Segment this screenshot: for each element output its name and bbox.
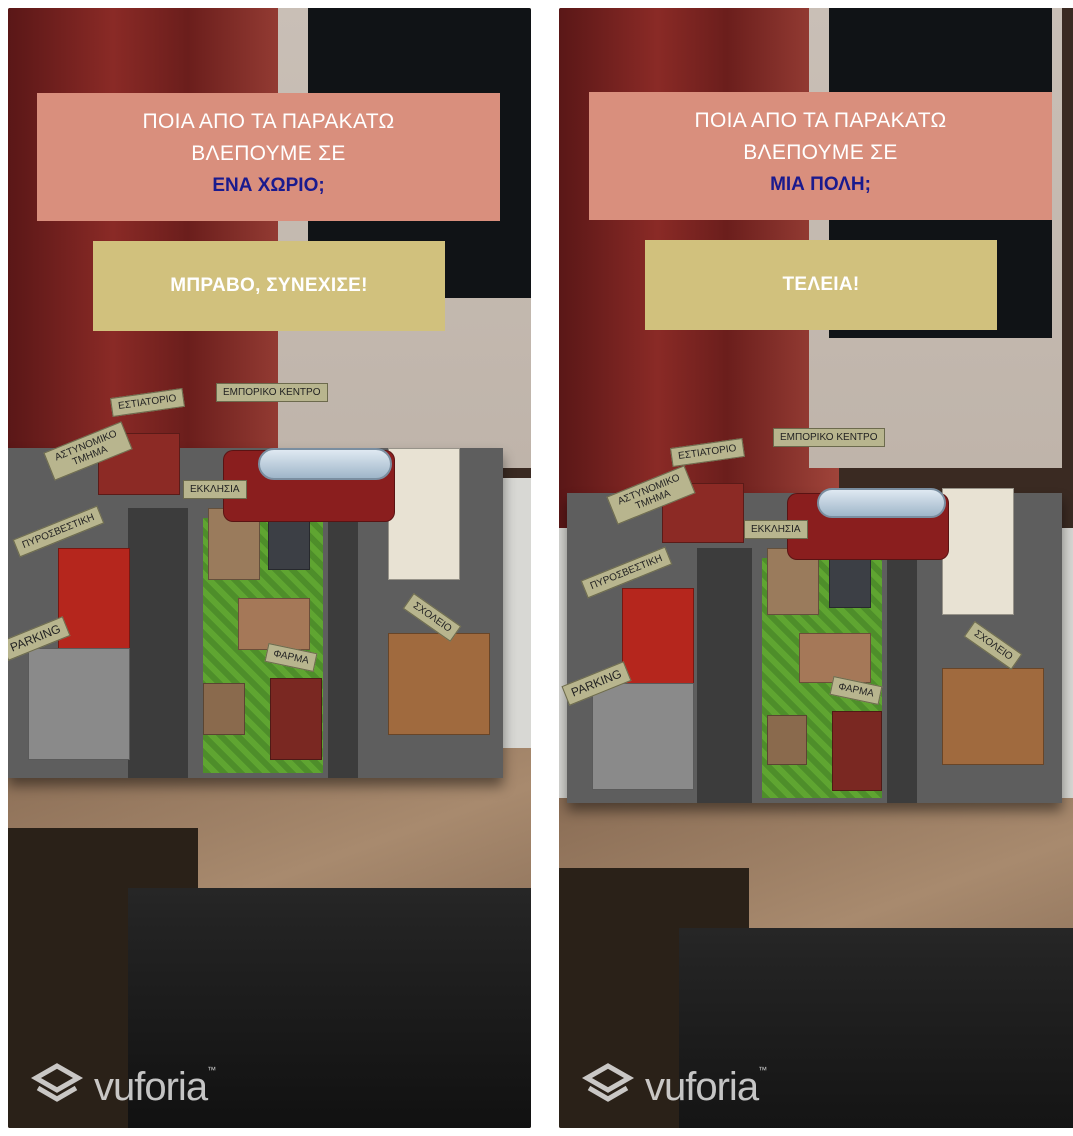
road — [697, 548, 752, 803]
mall-glass-roof — [817, 488, 946, 518]
house — [767, 715, 807, 765]
parking-building — [28, 648, 130, 760]
house — [268, 518, 310, 570]
road — [328, 508, 358, 778]
farm-barn — [832, 711, 882, 791]
feedback-panel: ΤΕΛΕΙΑ! — [645, 240, 997, 330]
question-highlight: ΜΙΑ ΠΟΛΗ; — [770, 174, 871, 195]
feedback-panel: ΜΠΡΑΒΟ, ΣΥΝΕΧΙΣΕ! — [93, 241, 445, 331]
fire-station-building — [622, 588, 694, 685]
vuforia-logo-icon — [30, 1063, 84, 1102]
question-panel: ΠΟΙΑ ΑΠΟ ΤΑ ΠΑΡΑΚΑΤΩ ΒΛΕΠΟΥΜΕ ΣΕ ΕΝΑ ΧΩΡ… — [37, 93, 500, 221]
ar-screen-right: ΕΣΤΙΑΤΟΡΙΟ ΕΜΠΟΡΙΚΟ ΚΕΝΤΡΟ ΑΣΤΥΝΟΜΙΚΟ ΤΜ… — [559, 8, 1073, 1128]
label-mall: ΕΜΠΟΡΙΚΟ ΚΕΝΤΡΟ — [773, 428, 885, 447]
road — [887, 548, 917, 803]
brand-name: vuforia™ — [645, 1064, 767, 1109]
farm-barn — [270, 678, 322, 760]
school-building — [942, 668, 1044, 765]
question-panel: ΠΟΙΑ ΑΠΟ ΤΑ ΠΑΡΑΚΑΤΩ ΒΛΕΠΟΥΜΕ ΣΕ ΜΙΑ ΠΟΛ… — [589, 92, 1052, 220]
house — [829, 558, 871, 608]
question-line-1: ΠΟΙΑ ΑΠΟ ΤΑ ΠΑΡΑΚΑΤΩ — [694, 109, 947, 132]
brand-watermark: vuforia™ — [30, 1060, 216, 1114]
brand-name: vuforia™ — [94, 1064, 216, 1109]
house — [203, 683, 245, 735]
question-line-2: ΒΛΕΠΟΥΜΕ ΣΕ — [743, 141, 898, 164]
label-church: ΕΚΚΛΗΣΙΑ — [183, 480, 247, 499]
label-church: ΕΚΚΛΗΣΙΑ — [744, 520, 808, 539]
question-line-2: ΒΛΕΠΟΥΜΕ ΣΕ — [191, 142, 346, 165]
road — [128, 508, 188, 778]
brand-watermark: vuforia™ — [581, 1060, 767, 1114]
school-building — [388, 633, 490, 735]
apartment-tower — [942, 488, 1014, 615]
parking-building — [592, 683, 694, 790]
apartment-tower — [388, 448, 460, 580]
ar-screen-left: ΕΣΤΙΑΤΟΡΙΟ ΕΜΠΟΡΙΚΟ ΚΕΝΤΡΟ ΑΣΤΥΝΟΜΙΚΟ ΤΜ… — [8, 8, 531, 1128]
house — [238, 598, 310, 650]
question-line-1: ΠΟΙΑ ΑΠΟ ΤΑ ΠΑΡΑΚΑΤΩ — [142, 110, 395, 133]
vuforia-logo-icon — [581, 1063, 635, 1102]
label-mall: ΕΜΠΟΡΙΚΟ ΚΕΝΤΡΟ — [216, 383, 328, 402]
question-highlight: ΕΝΑ ΧΩΡΙΟ; — [212, 175, 325, 196]
mall-glass-roof — [258, 448, 392, 480]
